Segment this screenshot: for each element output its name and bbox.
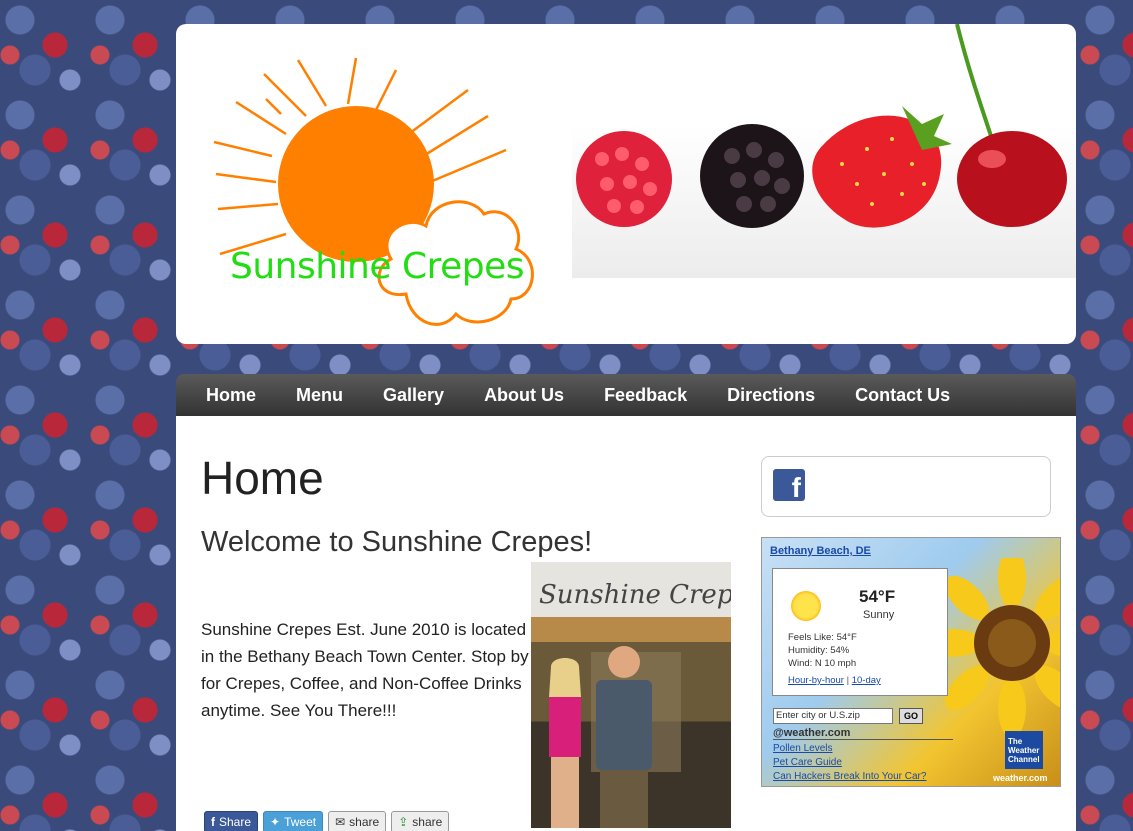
weather-promo-links: Pollen Levels Pet Care Guide Can Hackers… xyxy=(773,742,926,784)
weather-location-link[interactable]: Bethany Beach, DE xyxy=(770,545,871,557)
share-bar: f Share ✦ Tweet ✉ share ⇪ share xyxy=(204,811,450,831)
ten-day-link[interactable]: 10-day xyxy=(852,675,881,686)
welcome-heading: Welcome to Sunshine Crepes! xyxy=(201,526,593,558)
promo-link[interactable]: Pet Care Guide xyxy=(773,756,926,770)
email-share-button[interactable]: ✉ share xyxy=(328,811,387,831)
nav-gallery[interactable]: Gallery xyxy=(363,374,464,416)
facebook-share-button[interactable]: f Share xyxy=(204,811,259,831)
person-man xyxy=(596,646,652,828)
weather-channel-logo[interactable]: The Weather Channel xyxy=(1005,731,1043,769)
nav-home[interactable]: Home xyxy=(186,374,276,416)
nav-menu[interactable]: Menu xyxy=(276,374,363,416)
facebook-icon[interactable]: f xyxy=(773,469,805,503)
weather-widget: Bethany Beach, DE 54°F Sunny Feels Like:… xyxy=(761,537,1061,787)
intro-text: Sunshine Crepes Est. June 2010 is locate… xyxy=(201,620,529,720)
weather-temperature: 54°F xyxy=(859,587,896,606)
nav-feedback[interactable]: Feedback xyxy=(584,374,707,416)
nav-about-us[interactable]: About Us xyxy=(464,374,584,416)
hour-by-hour-link[interactable]: Hour-by-hour xyxy=(788,675,844,686)
weather-brand: @weather.com xyxy=(773,727,953,740)
facebook-widget: f xyxy=(761,456,1051,517)
photo-sign-text: Sunshine Crepes xyxy=(531,562,731,617)
site-header: Sunshine Crepes xyxy=(176,24,1076,344)
storefront-photo: Sunshine Crepes xyxy=(531,562,731,828)
weather-current-card: 54°F Sunny Feels Like: 54°F Humidity: 54… xyxy=(772,568,948,696)
weather-condition: Sunny xyxy=(863,609,895,621)
nav-directions[interactable]: Directions xyxy=(707,374,835,416)
weather-go-button[interactable]: GO xyxy=(899,708,923,724)
main-nav: Home Menu Gallery About Us Feedback Dire… xyxy=(176,374,1076,416)
weather-search-input[interactable]: Enter city or U.S.zip xyxy=(773,708,893,724)
twitter-bird-icon: ✦ xyxy=(270,815,281,829)
person-woman xyxy=(549,658,581,828)
fruit-banner-image xyxy=(576,24,1067,228)
share-icon: ⇪ xyxy=(398,815,409,829)
sunny-icon xyxy=(791,591,821,621)
tweet-button[interactable]: ✦ Tweet xyxy=(263,811,324,831)
generic-share-button[interactable]: ⇪ share xyxy=(391,811,450,831)
logo-text: Sunshine Crepes xyxy=(230,246,525,287)
promo-link[interactable]: Can Hackers Break Into Your Car? xyxy=(773,770,926,784)
facebook-icon: f xyxy=(211,815,215,829)
sunshine-logo xyxy=(213,57,534,326)
promo-link[interactable]: Pollen Levels xyxy=(773,742,926,756)
main-content: Home Welcome to Sunshine Crepes! Sunshin… xyxy=(176,416,1076,831)
envelope-icon: ✉ xyxy=(335,815,346,829)
page-title: Home xyxy=(201,452,324,504)
weather-forecast-links: Hour-by-hour | 10-day xyxy=(788,675,881,686)
weather-details: Feels Like: 54°F Humidity: 54% Wind: N 1… xyxy=(788,632,857,669)
nav-contact-us[interactable]: Contact Us xyxy=(835,374,970,416)
sunflower-image xyxy=(942,558,1060,738)
weather-url[interactable]: weather.com xyxy=(993,773,1048,783)
